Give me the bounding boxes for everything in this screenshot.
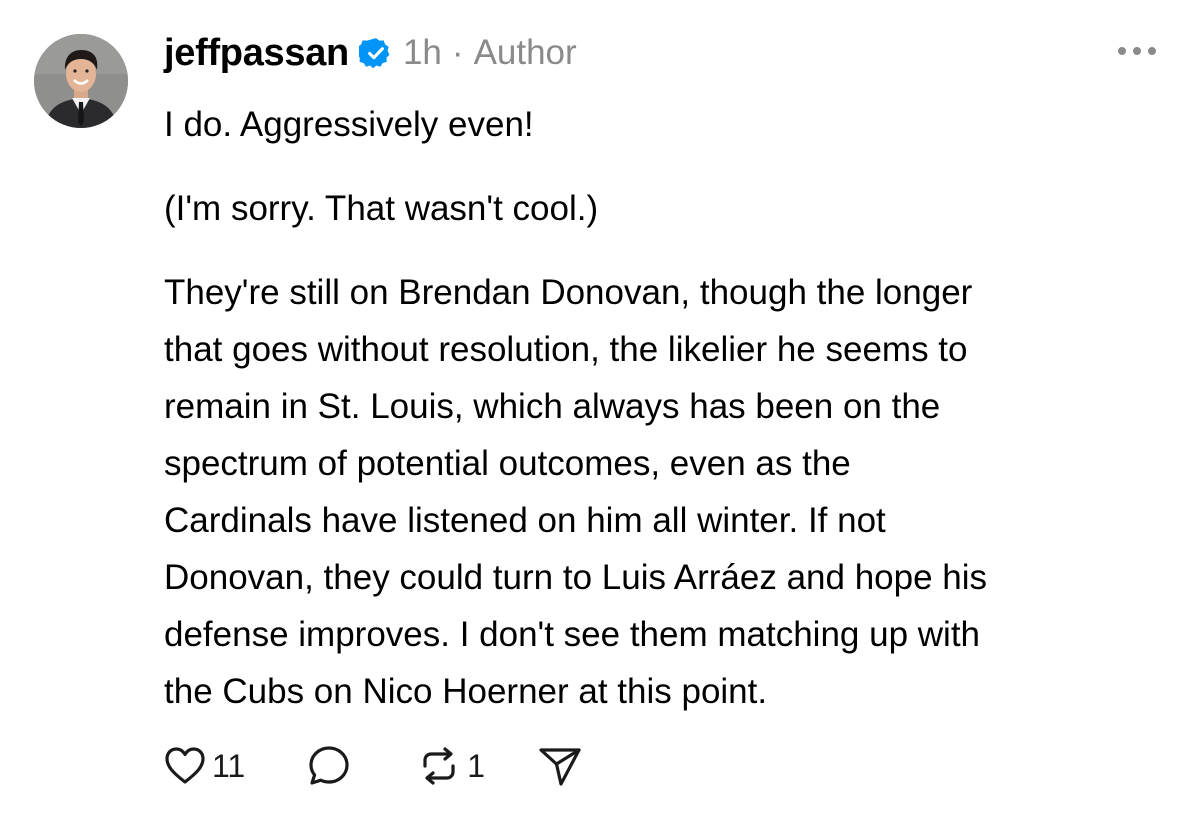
comment-bubble-icon: [309, 746, 349, 785]
send-plane-icon: [539, 748, 581, 786]
like-button[interactable]: 11: [164, 746, 245, 786]
post-time: 1h: [402, 33, 442, 72]
repost-icon: [423, 747, 455, 785]
meta-separator: ·: [451, 33, 464, 72]
verified-badge-icon: [356, 36, 393, 70]
repost-count: 1: [467, 747, 486, 784]
avatar[interactable]: [34, 34, 128, 128]
more-dots-icon: [1118, 47, 1156, 55]
author-badge: Author: [473, 33, 577, 72]
post-paragraph: I do. Aggressively even!: [164, 105, 534, 144]
like-count: 11: [212, 747, 246, 784]
action-bar: 11 1: [164, 742, 583, 790]
repost-button[interactable]: 1: [417, 744, 485, 788]
thread-post: jeffpassan 1h · Author I do. Aggressivel…: [0, 0, 1199, 816]
avatar-photo: [34, 34, 128, 128]
post-paragraph: They're still on Brendan Donovan, though…: [164, 273, 988, 711]
username[interactable]: jeffpassan: [164, 32, 349, 75]
heart-icon: [165, 747, 205, 784]
reply-button[interactable]: [307, 744, 351, 788]
post-header: jeffpassan 1h · Author: [164, 26, 577, 80]
post-paragraph: (I'm sorry. That wasn't cool.): [164, 189, 599, 228]
more-options-button[interactable]: [1116, 40, 1158, 62]
share-button[interactable]: [537, 744, 583, 788]
post-body: I do. Aggressively even! (I'm sorry. Tha…: [164, 96, 1174, 720]
